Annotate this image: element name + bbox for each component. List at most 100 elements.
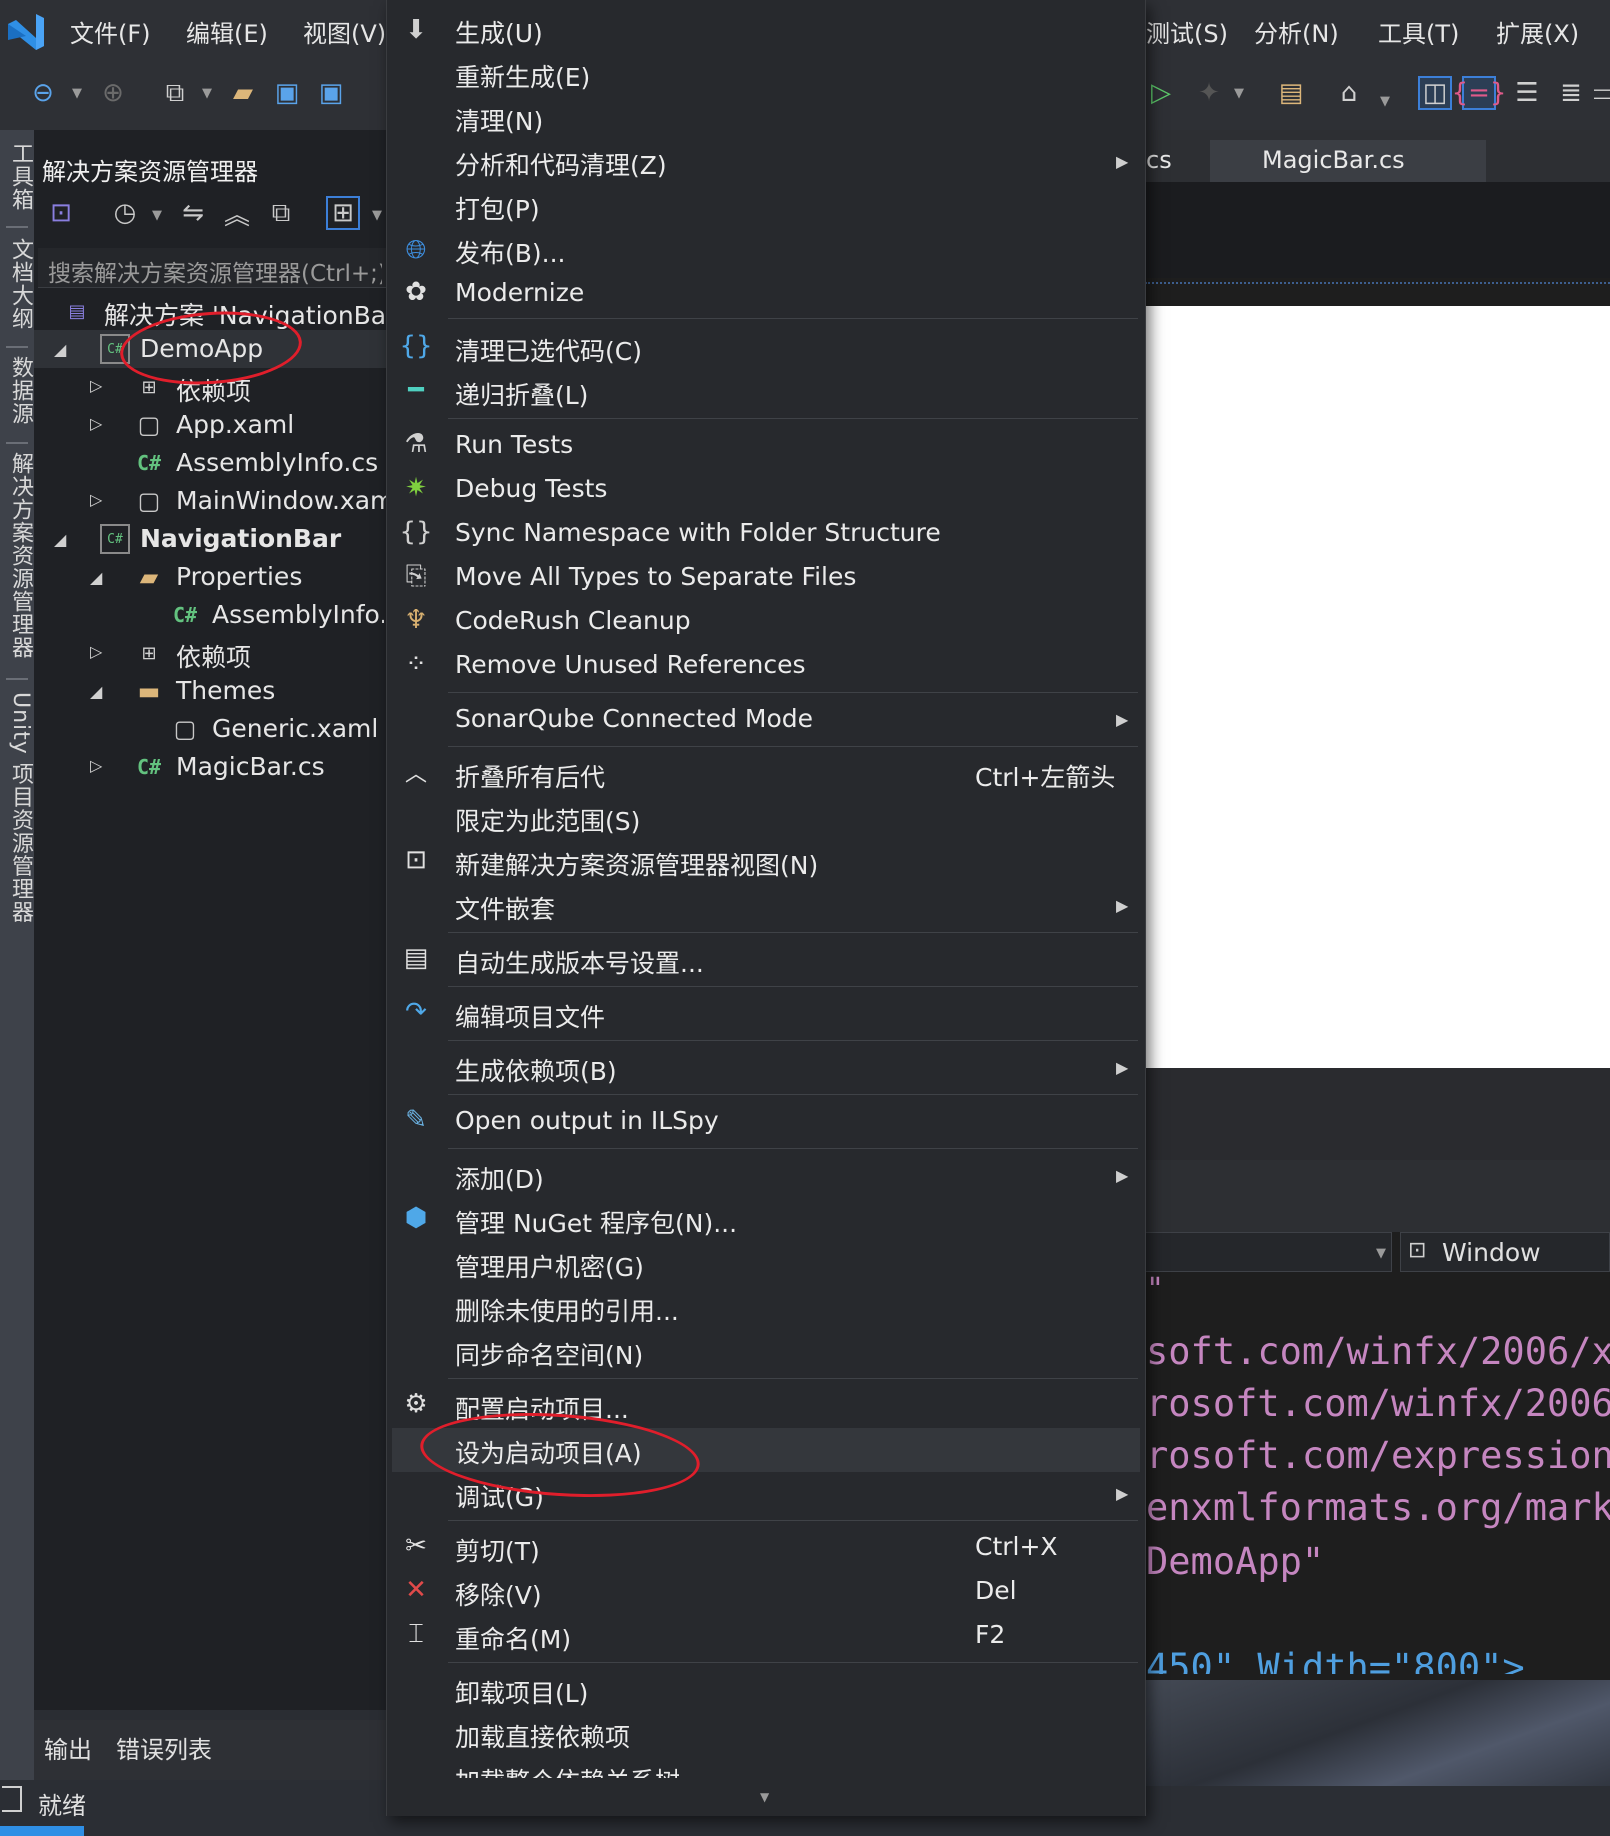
menu-label-remove-unused-refs[interactable]: Remove Unused References [455,650,806,679]
code-line[interactable]: rosoft.com/winfx/2006 [1146,1382,1610,1425]
code-line[interactable]: enxmlformats.org/mark [1146,1486,1610,1529]
menu-label-sync-namespace[interactable]: Sync Namespace with Folder Structure [455,518,941,547]
tab-error-list[interactable]: 错误列表 [116,1730,212,1765]
code-line[interactable]: DemoApp" [1146,1540,1324,1583]
menu-label-load-dep-tree[interactable]: 加载整个依赖关系树 [455,1762,680,1778]
expanded-arrow-icon[interactable]: ◢ [90,682,102,701]
pending-changes-icon[interactable]: ◷ [108,196,142,230]
vtab-data-sources[interactable]: 数据源 [4,356,36,425]
menu-file[interactable]: 文件(F) [70,14,151,49]
menu-label-manage-nuget[interactable]: 管理 NuGet 程序包(N)... [455,1204,737,1240]
split-vertical-icon[interactable]: ≣ [1554,76,1588,110]
open-folder-icon[interactable]: ▰ [226,76,260,110]
menu-label-recursive-collapse[interactable]: 递归折叠(L) [455,376,588,412]
expanded-arrow-icon[interactable]: ◢ [54,340,66,359]
tree-label-navigationbar[interactable]: NavigationBar [140,524,341,553]
code-line[interactable]: rosoft.com/expression [1146,1434,1610,1477]
menu-label-edit-project-file[interactable]: 编辑项目文件 [455,998,605,1034]
menu-label-new-explorer-view[interactable]: 新建解决方案资源管理器视图(N) [455,846,818,882]
doc-tab-partial[interactable]: cs [1146,146,1172,174]
menu-label-remove-unused[interactable]: 删除未使用的引用... [455,1292,679,1328]
tree-label-properties[interactable]: Properties [176,562,302,591]
vtab-toolbox[interactable]: 工具箱 [4,142,36,211]
menu-label-publish[interactable]: 发布(B)... [455,234,566,270]
menu-label-move-types[interactable]: Move All Types to Separate Files [455,562,856,591]
menu-label-scope-to-this[interactable]: 限定为此范围(S) [455,802,640,838]
tree-view-icon[interactable]: ⊞ [326,196,360,230]
menu-label-pack[interactable]: 打包(P) [455,190,540,226]
designer-canvas[interactable] [1145,306,1610,1068]
menu-extensions[interactable]: 扩展(X) [1496,14,1579,49]
code-line[interactable]: " [1146,1272,1164,1307]
menu-label-add[interactable]: 添加(D) [455,1160,544,1196]
tree-label-app-xaml[interactable]: App.xaml [176,410,294,439]
split-horizontal-icon[interactable]: ☰ [1510,76,1544,110]
switch-views-icon[interactable]: ⇋ [176,196,210,230]
menu-analyze[interactable]: 分析(N) [1254,14,1339,49]
view-selector-label[interactable]: Window [1442,1238,1541,1267]
menu-edit[interactable]: 编辑(E) [186,14,268,49]
xaml-view-icon[interactable]: {=} [1452,76,1506,110]
code-line[interactable]: soft.com/winfx/2006/x [1146,1330,1610,1373]
tree-label-magicbar[interactable]: MagicBar.cs [176,752,325,781]
tree-label-assemblyinfo-nav[interactable]: AssemblyInfo.cs [212,600,384,629]
code-line[interactable]: 450" Width="800"> [1146,1646,1525,1674]
menu-label-clean-selection[interactable]: 清理已选代码(C) [455,332,642,368]
collapsed-arrow-icon[interactable]: ▷ [90,490,102,509]
tree-label-themes[interactable]: Themes [176,676,275,705]
new-project-icon[interactable]: ⧉ [158,76,192,110]
menu-tools[interactable]: 工具(T) [1378,14,1459,49]
expanded-arrow-icon[interactable]: ◢ [54,530,66,549]
chevron-down-icon[interactable]: ▼ [1376,1246,1386,1261]
chevron-down-icon[interactable]: ▼ [202,86,212,101]
tree-label-mainwindow[interactable]: MainWindow.xaml [176,486,401,515]
chevron-down-icon[interactable]: ▼ [372,208,382,223]
visual-studio-logo-icon[interactable] [4,10,48,54]
chevron-down-icon[interactable]: ▼ [152,208,162,223]
collapsed-arrow-icon[interactable]: ▷ [90,414,102,433]
doc-tab-magicbar-label[interactable]: MagicBar.cs [1262,146,1405,174]
menu-label-auto-version[interactable]: 自动生成版本号设置... [455,944,704,980]
menu-label-load-direct-deps[interactable]: 加载直接依赖项 [455,1718,630,1754]
vtab-solution-explorer[interactable]: 解决方案资源管理器 [4,452,36,659]
chevron-down-icon[interactable]: ▼ [1380,94,1390,109]
menu-label-rebuild[interactable]: 重新生成(E) [455,58,590,94]
menu-test[interactable]: 测试(S) [1146,14,1228,49]
menu-label-ilspy[interactable]: Open output in ILSpy [455,1106,719,1135]
menu-label-remove[interactable]: 移除(V) [455,1576,542,1612]
menu-label-sync-namespaces[interactable]: 同步命名空间(N) [455,1336,643,1372]
collapsed-arrow-icon[interactable]: ▷ [90,376,102,395]
menu-label-modernize[interactable]: Modernize [455,278,584,307]
designer-view-icon[interactable]: ◫ [1418,76,1452,110]
menu-label-debug-tests[interactable]: Debug Tests [455,474,607,503]
menu-label-cut[interactable]: 剪切(T) [455,1532,540,1568]
vtab-unity-explorer[interactable]: Unity 项目资源管理器 [4,692,36,924]
menu-label-coderush-cleanup[interactable]: CodeRush Cleanup [455,606,691,635]
menu-label-rename[interactable]: 重命名(M) [455,1620,571,1656]
forward-arrow-icon[interactable]: ⊕ [96,76,130,110]
menu-label-sonarqube[interactable]: SonarQube Connected Mode [455,704,813,733]
tab-output[interactable]: 输出 [44,1730,92,1765]
menu-label-file-nesting[interactable]: 文件嵌套 [455,890,555,926]
play-icon[interactable]: ▷ [1144,76,1178,110]
menu-label-run-tests[interactable]: Run Tests [455,430,573,459]
show-all-files-icon[interactable]: ⧉ [264,196,298,230]
window-layout-icon[interactable]: ⌂ [1332,76,1366,110]
menu-label-unload-project[interactable]: 卸载项目(L) [455,1674,588,1710]
collapsed-arrow-icon[interactable]: ▷ [90,756,102,775]
menu-label-collapse-descendants[interactable]: 折叠所有后代 [455,758,605,794]
hot-reload-icon[interactable]: ✦ [1192,76,1226,110]
chevron-down-icon[interactable]: ▼ [1234,86,1244,101]
toolbar-overflow-icon[interactable]: ▭ [1594,76,1610,110]
save-all-icon[interactable]: ▣ [314,76,348,110]
menu-label-clean[interactable]: 清理(N) [455,102,543,138]
collapsed-arrow-icon[interactable]: ▷ [90,642,102,661]
back-arrow-icon[interactable]: ⊖ [26,76,60,110]
expanded-arrow-icon[interactable]: ◢ [90,568,102,587]
menu-scroll-down-icon[interactable]: ▼ [760,1790,769,1804]
menu-label-build-dependencies[interactable]: 生成依赖项(B) [455,1052,617,1088]
menu-view[interactable]: 视图(V) [303,14,386,49]
solution-search-placeholder[interactable]: 搜索解决方案资源管理器(Ctrl+;) [48,254,382,288]
vtab-document-outline[interactable]: 文档大纲 [4,238,36,330]
menu-label-user-secrets[interactable]: 管理用户机密(G) [455,1248,644,1284]
